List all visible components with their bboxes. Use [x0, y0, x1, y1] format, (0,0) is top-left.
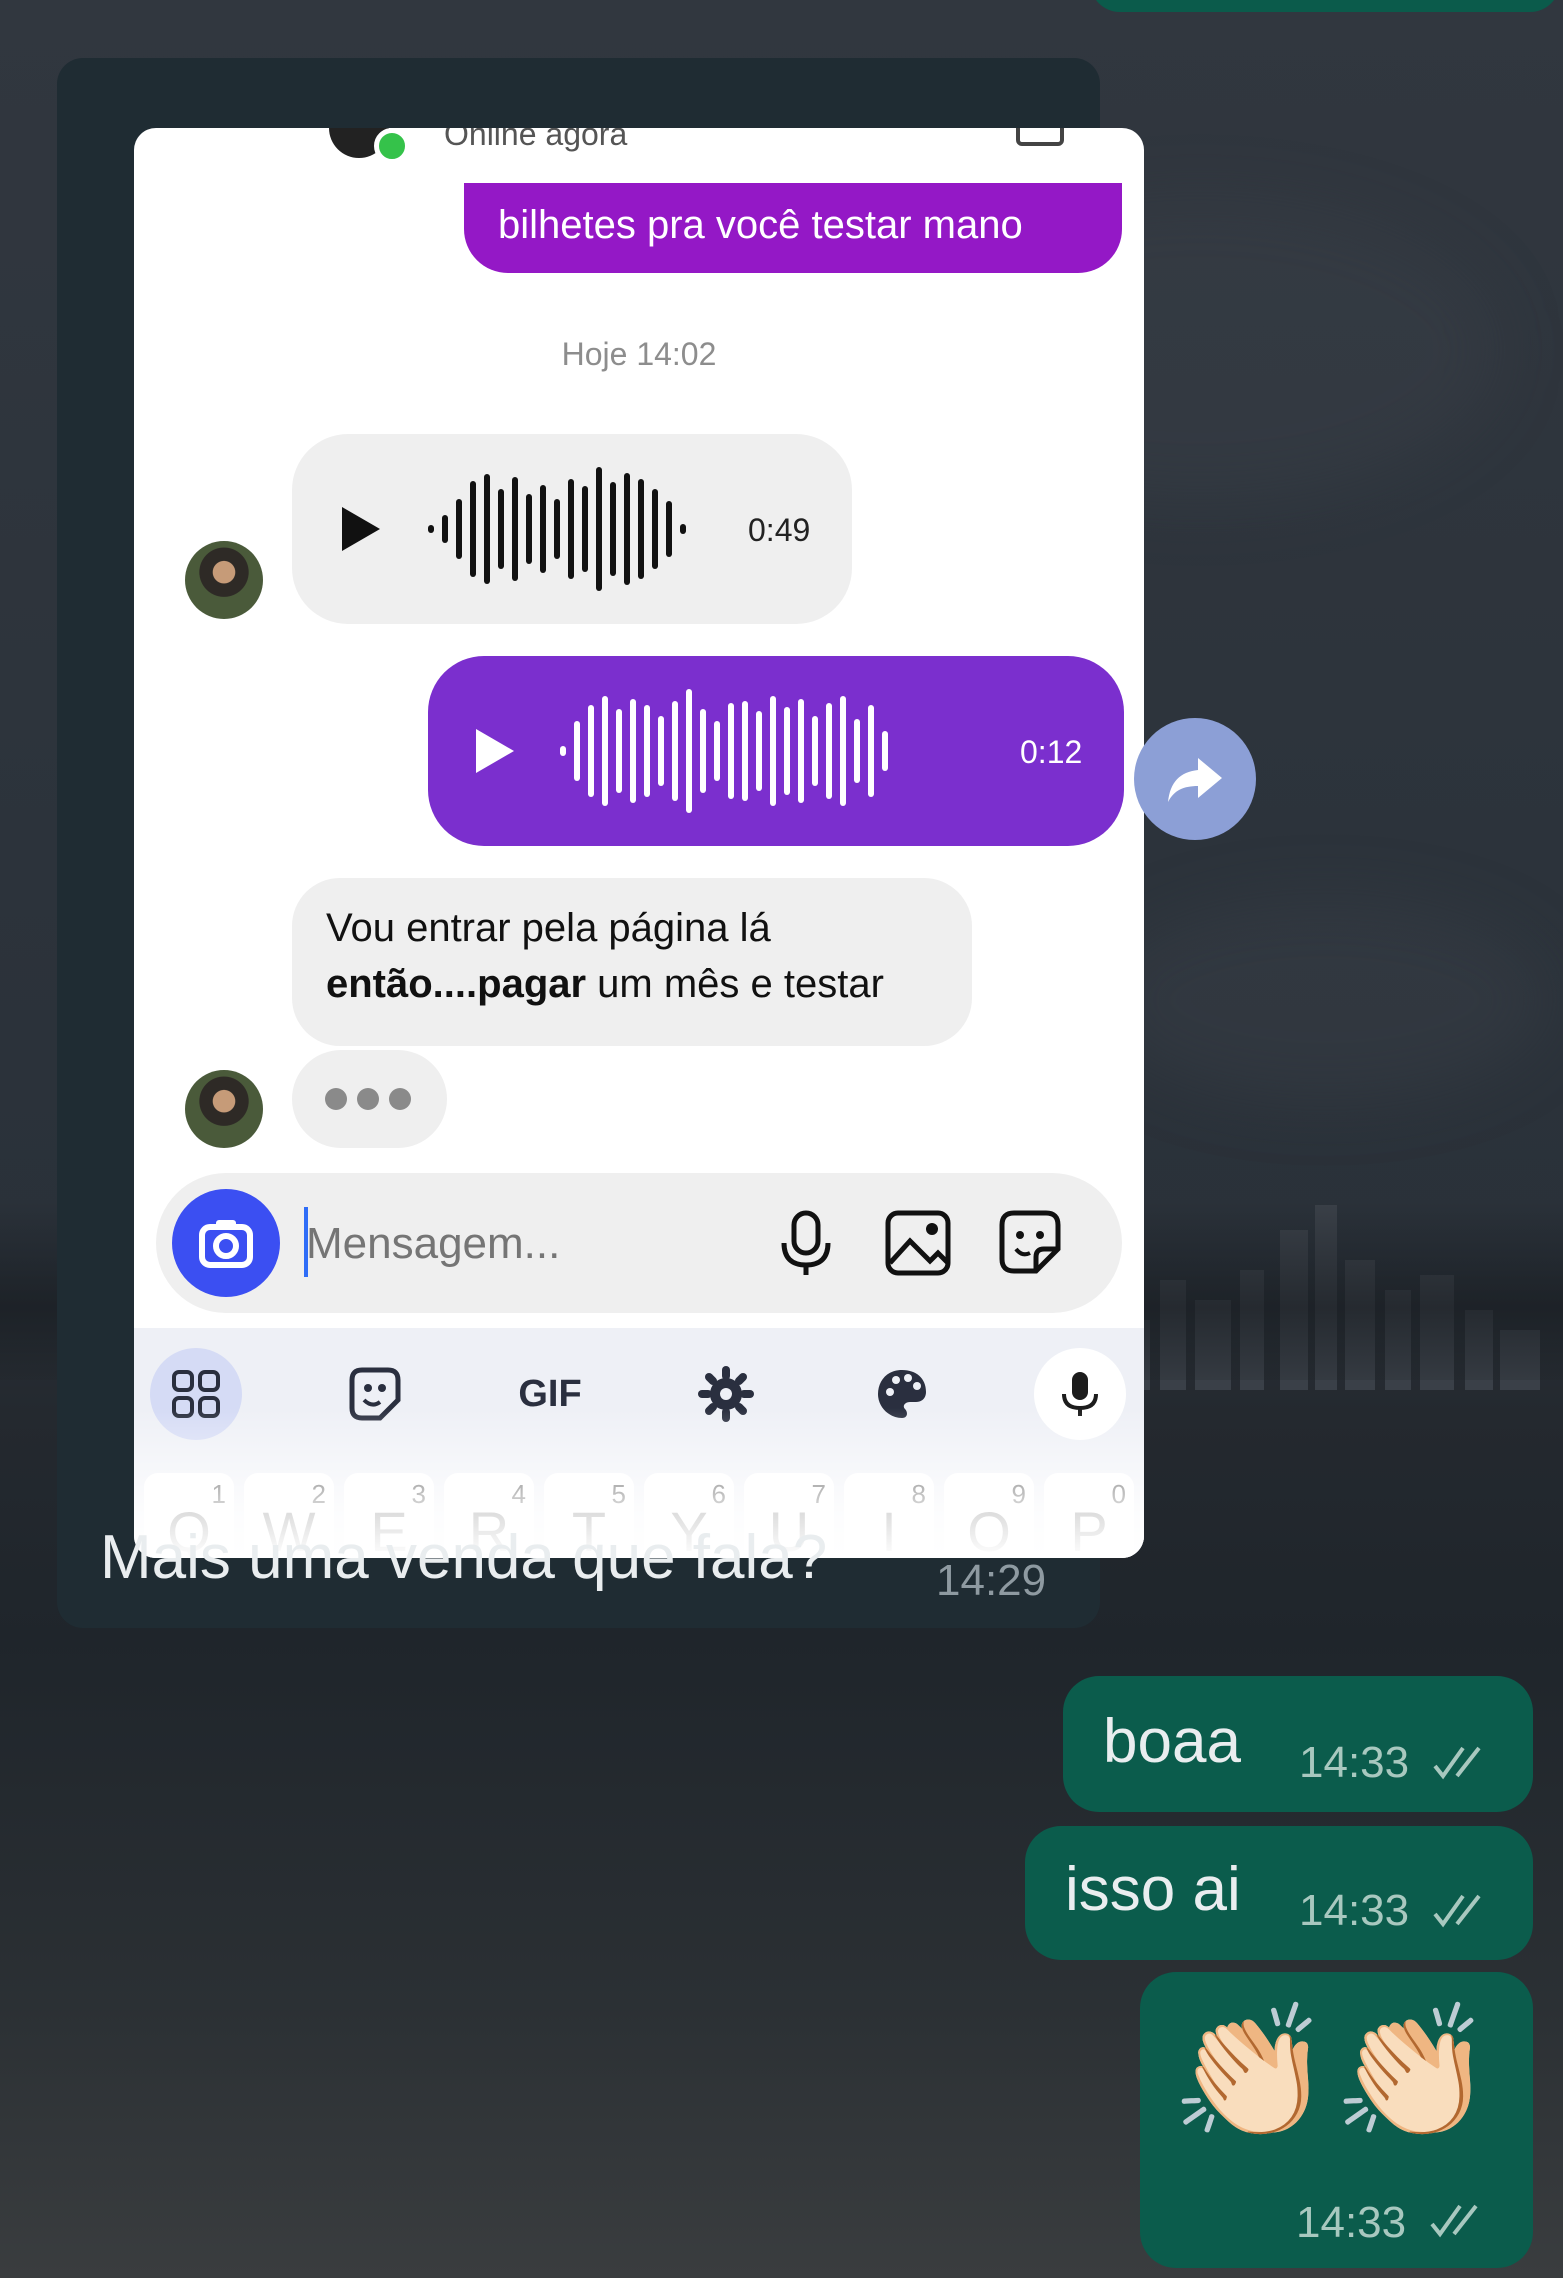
contact-avatar — [185, 1070, 263, 1148]
settings-button[interactable] — [680, 1348, 772, 1440]
message-rest-text: um mês e testar — [586, 962, 884, 1006]
message-line-2: então....pagar um mês e testar — [326, 962, 884, 1007]
camera-icon — [199, 1220, 253, 1268]
text-caret — [304, 1207, 308, 1277]
gif-label: GIF — [518, 1372, 582, 1415]
gear-icon — [698, 1366, 754, 1422]
forward-button[interactable] — [1134, 718, 1256, 840]
sticker-icon — [349, 1367, 401, 1421]
previous-sent-bubble — [1090, 0, 1560, 12]
outgoing-message-text: bilhetes pra você testar mano — [498, 203, 1023, 247]
double-check-icon — [1433, 1894, 1481, 1928]
video-call-icon — [1016, 128, 1064, 146]
microphone-icon — [1062, 1372, 1098, 1416]
sticker-icon[interactable] — [990, 1203, 1070, 1283]
key-o[interactable]: O9 — [944, 1473, 1034, 1558]
voice-input-button[interactable] — [1034, 1348, 1126, 1440]
microphone-icon[interactable] — [766, 1203, 846, 1283]
received-image-message[interactable]: Online agora bilhetes pra você testar ma… — [57, 58, 1144, 1628]
date-separator: Hoje 14:02 — [561, 336, 717, 372]
message-bold-text: então....pagar — [326, 962, 587, 1006]
sent-message-text: boaa — [1103, 1707, 1241, 1776]
forwarded-screenshot[interactable]: Online agora bilhetes pra você testar ma… — [134, 128, 1144, 1558]
typing-indicator — [292, 1050, 447, 1148]
received-time: 14:29 — [936, 1556, 1047, 1605]
palette-icon — [878, 1370, 926, 1418]
sky-cloud — [1100, 900, 1550, 1100]
message-line-1: Vou entrar pela página lá — [326, 906, 771, 950]
theme-button[interactable] — [856, 1348, 948, 1440]
audio-duration: 0:12 — [1020, 734, 1083, 770]
message-input[interactable] — [304, 1209, 738, 1279]
header-status: Online agora — [444, 128, 628, 152]
forward-arrow-icon — [1168, 758, 1222, 802]
received-caption: Mais uma venda que fala? — [100, 1523, 828, 1592]
apps-button[interactable] — [150, 1348, 242, 1440]
message-composer — [156, 1173, 1122, 1313]
incoming-audio-message[interactable]: 0:49 — [292, 434, 852, 624]
sent-message-time: 14:33 — [1296, 2198, 1407, 2247]
double-check-icon — [1433, 1746, 1481, 1780]
contact-avatar — [185, 541, 263, 619]
audio-duration: 0:49 — [748, 512, 811, 548]
sent-message[interactable]: isso ai 14:33 — [1025, 1826, 1533, 1960]
key-p[interactable]: P0 — [1044, 1473, 1134, 1558]
audio-waveform — [428, 464, 694, 594]
gallery-icon[interactable] — [878, 1203, 958, 1283]
key-i[interactable]: I8 — [844, 1473, 934, 1558]
play-icon[interactable] — [476, 729, 514, 773]
apps-grid-icon — [172, 1370, 220, 1418]
sent-message-time: 14:33 — [1299, 1738, 1410, 1787]
incoming-text-message: Vou entrar pela página lá então....pagar… — [292, 878, 972, 1046]
gif-button[interactable]: GIF — [504, 1348, 596, 1440]
outgoing-audio-message[interactable]: 0:12 — [428, 656, 1124, 846]
play-icon[interactable] — [342, 507, 380, 551]
sent-emoji-message[interactable]: 👏🏻👏🏻 14:33 — [1140, 1972, 1533, 2268]
sent-message-text: isso ai — [1065, 1855, 1241, 1924]
outgoing-message: bilhetes pra você testar mano — [464, 183, 1122, 273]
audio-waveform — [560, 686, 896, 816]
double-check-icon — [1430, 2204, 1478, 2238]
sent-message-time: 14:33 — [1299, 1886, 1410, 1935]
sent-message[interactable]: boaa 14:33 — [1063, 1676, 1533, 1812]
camera-button[interactable] — [172, 1189, 280, 1297]
clapping-hands-emoji: 👏🏻👏🏻 — [1170, 1999, 1494, 2145]
online-dot — [374, 128, 410, 164]
emoji-sticker-button[interactable] — [328, 1348, 420, 1440]
